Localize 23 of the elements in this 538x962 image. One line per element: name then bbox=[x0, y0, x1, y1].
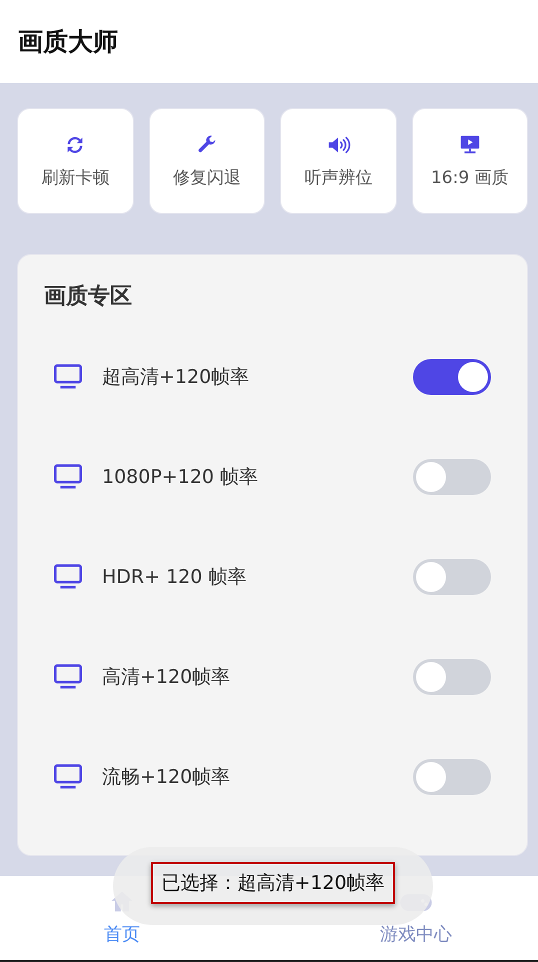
toast-message: 已选择：超高清+120帧率 bbox=[151, 862, 395, 904]
monitor-play-icon bbox=[458, 134, 481, 156]
action-button[interactable]: 修复闪退 bbox=[148, 108, 265, 214]
toggle-switch[interactable] bbox=[413, 459, 491, 495]
monitor-icon bbox=[52, 463, 84, 491]
option-label: HDR+ 120 帧率 bbox=[102, 565, 248, 590]
monitor-icon bbox=[52, 763, 84, 791]
option-label: 1080P+120 帧率 bbox=[102, 465, 260, 490]
monitor-icon bbox=[52, 563, 84, 591]
toggle-switch[interactable] bbox=[413, 359, 491, 395]
option-label: 超高清+120帧率 bbox=[102, 365, 250, 390]
monitor-icon bbox=[52, 363, 84, 391]
action-button[interactable]: 刷新卡顿 bbox=[17, 108, 134, 214]
toggle-switch[interactable] bbox=[413, 759, 491, 795]
monitor-icon bbox=[52, 663, 84, 691]
action-button[interactable]: 16:9 画质 bbox=[412, 108, 528, 214]
option-label: 流畅+120帧率 bbox=[102, 765, 232, 790]
toggle-switch[interactable] bbox=[413, 659, 491, 695]
option-label: 高清+120帧率 bbox=[102, 665, 232, 690]
panel-title: 画质专区 bbox=[44, 283, 133, 311]
toggle-switch[interactable] bbox=[413, 559, 491, 595]
app-title: 画质大师 bbox=[18, 26, 118, 58]
action-button[interactable]: 听声辨位 bbox=[280, 108, 396, 214]
